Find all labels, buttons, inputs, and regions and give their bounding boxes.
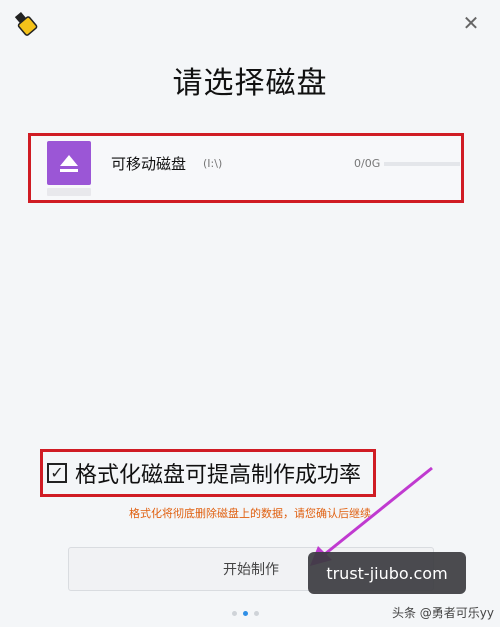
disk-drive-letter: (I:\) [203, 157, 223, 170]
eject-icon [47, 141, 91, 185]
disk-usage-bar [384, 162, 460, 166]
page-title: 请选择磁盘 [172, 66, 328, 101]
close-button[interactable]: ✕ [458, 10, 484, 36]
format-checkbox[interactable]: ✓ [47, 463, 67, 483]
disk-name: 可移动磁盘 [111, 155, 187, 173]
close-icon: ✕ [462, 11, 480, 35]
pager-dot-active[interactable] [243, 611, 248, 616]
disk-thumbnail-bar [47, 188, 91, 196]
watermark-badge: trust-jiubo.com [308, 552, 466, 594]
pager-dots [232, 611, 259, 616]
disk-list-item[interactable]: 可移动磁盘 (I:\) 0/0G [28, 133, 464, 203]
usb-drive-icon [12, 10, 38, 36]
pager-dot[interactable] [232, 611, 237, 616]
pager-dot[interactable] [254, 611, 259, 616]
credit-text: 头条 @勇者可乐yy [391, 606, 494, 620]
disk-size: 0/0G [354, 157, 381, 170]
